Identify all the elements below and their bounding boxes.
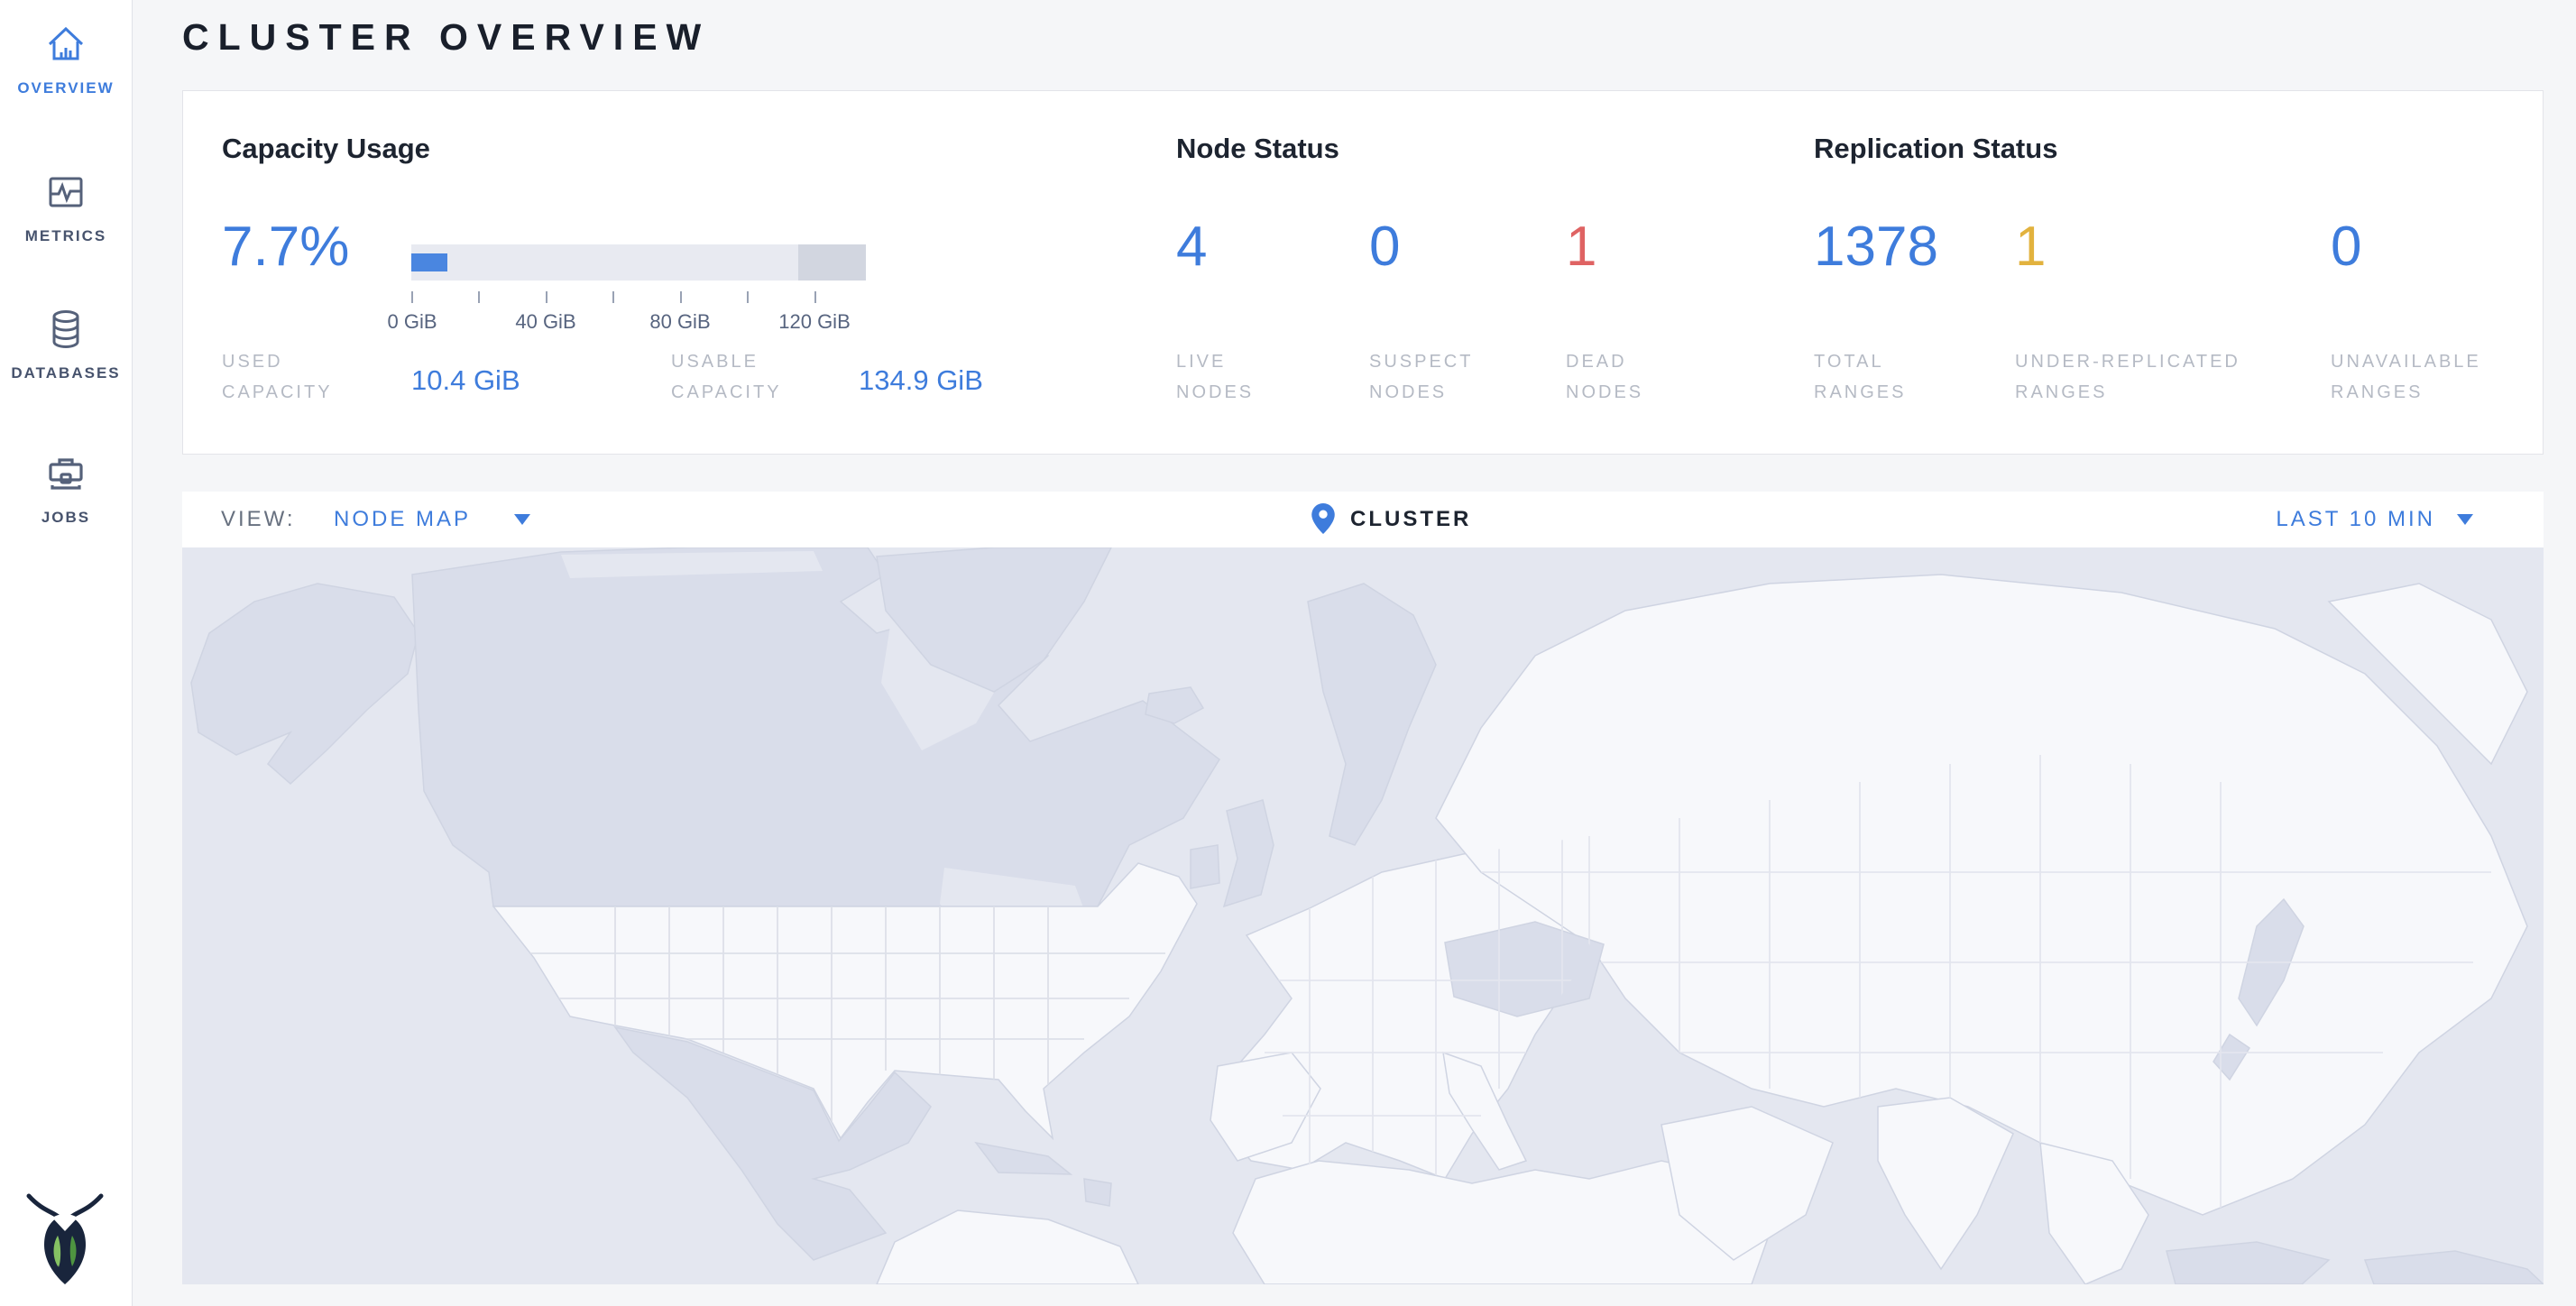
axis-tick-120: 120 GiB (760, 310, 869, 334)
under-replicated-count: 1 (2015, 217, 2046, 277)
replication-status-title: Replication Status (1814, 133, 2057, 165)
live-nodes-count: 4 (1176, 217, 1207, 277)
sidebar-item-metrics[interactable]: METRICS (0, 170, 132, 245)
unavailable-ranges-label: UNAVAILABLERANGES (2331, 346, 2481, 408)
cluster-overview-page: OVERVIEW METRICS DATABASES (0, 0, 2576, 1306)
world-map-svg (182, 547, 2544, 1284)
map-pin-icon (1311, 503, 1335, 534)
node-map-panel: VIEW: NODE MAP CLUSTER LAST 10 MIN (182, 492, 2544, 1284)
world-map[interactable]: 1 (182, 547, 2544, 1284)
used-capacity-label: USEDCAPACITY (222, 346, 333, 408)
sidebar-item-label: OVERVIEW (17, 79, 114, 97)
jobs-icon (43, 451, 88, 496)
dead-nodes-label: DEADNODES (1566, 346, 1643, 408)
axis-tick-0: 0 GiB (358, 310, 466, 334)
suspect-nodes-label: SUSPECTNODES (1369, 346, 1473, 408)
axis-tick-40: 40 GiB (492, 310, 600, 334)
total-ranges-label: TOTALRANGES (1814, 346, 1906, 408)
sidebar-item-overview[interactable]: OVERVIEW (0, 22, 132, 97)
live-nodes-label: LIVENODES (1176, 346, 1254, 408)
axis-tick-80: 80 GiB (626, 310, 734, 334)
under-replicated-label: UNDER-REPLICATEDRANGES (2015, 346, 2240, 408)
metrics-icon (43, 170, 88, 215)
sidebar-item-label: JOBS (41, 509, 90, 526)
total-ranges-count: 1378 (1814, 217, 1938, 277)
content-area: CLUSTER OVERVIEW Capacity Usage 7.7% 0 G… (133, 0, 2576, 1306)
sidebar-item-databases[interactable]: DATABASES (0, 307, 132, 382)
node-status-title: Node Status (1176, 133, 1339, 165)
capacity-bar (411, 244, 866, 281)
capacity-bar-used-fill (411, 253, 447, 271)
page-title: CLUSTER OVERVIEW (182, 16, 710, 59)
view-label: VIEW: (221, 507, 296, 532)
usable-capacity-label: USABLECAPACITY (671, 346, 782, 408)
used-capacity-value: 10.4 GiB (411, 364, 520, 397)
time-range-selector[interactable]: LAST 10 MIN (2276, 507, 2435, 532)
chevron-down-icon[interactable] (2457, 514, 2473, 525)
view-selector[interactable]: NODE MAP (334, 507, 471, 532)
capacity-bar-reserved-segment (798, 244, 866, 281)
home-icon (43, 22, 88, 67)
cluster-summary-panel: Capacity Usage 7.7% 0 GiB 40 GiB 80 GiB … (182, 90, 2544, 455)
sidebar: OVERVIEW METRICS DATABASES (0, 0, 133, 1306)
suspect-nodes-count: 0 (1369, 217, 1400, 277)
dead-nodes-count: 1 (1566, 217, 1596, 277)
breadcrumb-cluster: CLUSTER (1350, 507, 1471, 532)
unavailable-ranges-count: 0 (2331, 217, 2361, 277)
capacity-usage-title: Capacity Usage (222, 133, 430, 165)
cockroachdb-logo (23, 1189, 106, 1288)
capacity-used-percent: 7.7% (222, 217, 349, 277)
usable-capacity-value: 134.9 GiB (859, 364, 983, 397)
map-toolbar: VIEW: NODE MAP CLUSTER LAST 10 MIN (182, 492, 2544, 547)
sidebar-item-label: METRICS (25, 227, 107, 244)
sidebar-item-jobs[interactable]: JOBS (0, 451, 132, 527)
sidebar-item-label: DATABASES (11, 364, 120, 382)
databases-icon (43, 307, 88, 352)
chevron-down-icon[interactable] (514, 514, 530, 525)
